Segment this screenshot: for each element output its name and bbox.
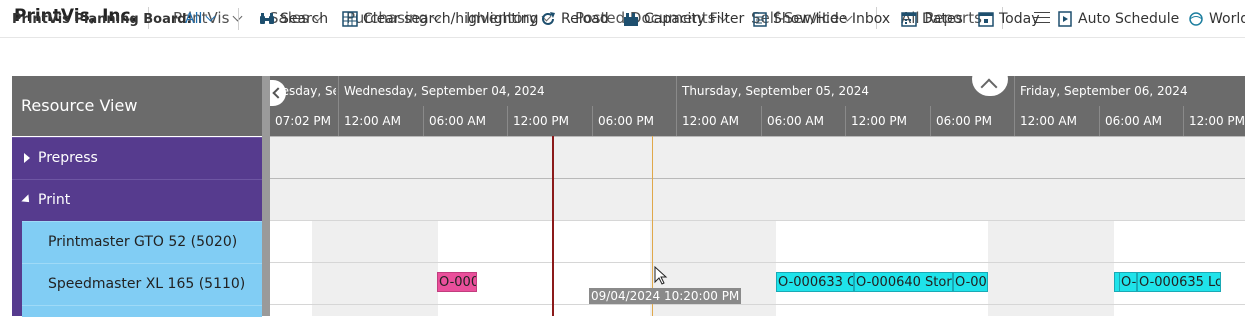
row-divider xyxy=(270,304,1245,305)
hour-label: 06:00 PM xyxy=(598,114,654,128)
job-bar[interactable]: O-000633 C xyxy=(776,272,854,292)
resource-view-title: Resource View xyxy=(21,96,138,115)
toolbar-separator xyxy=(238,8,239,30)
job-bar[interactable]: O-000 xyxy=(437,272,477,292)
filter-value: All xyxy=(185,11,203,27)
day-separator xyxy=(1014,76,1015,136)
group-label: Prepress xyxy=(38,150,98,166)
planning-board-label: PrintVis Planning Board: xyxy=(12,12,192,27)
dates-button[interactable]: Dates xyxy=(901,11,963,27)
search-button-label: Search xyxy=(280,11,329,27)
capacity-filter-button-label: Capacity Filter xyxy=(644,11,745,27)
binoculars-icon xyxy=(260,13,274,24)
hour-tick xyxy=(423,106,424,136)
auto-schedule-button[interactable]: Auto Schedule xyxy=(1057,11,1179,27)
reload-button-label: Reload xyxy=(561,11,609,27)
day-label: Thursday, September 05, 2024 xyxy=(682,84,870,98)
today-button-label: Today xyxy=(999,11,1040,27)
show-hide-inbox-button-label: Show/Hide Inbox xyxy=(773,11,891,27)
hour-label: 06:00 AM xyxy=(767,114,824,128)
clear-search-button[interactable]: Clear search/highlighting xyxy=(342,11,539,27)
hour-label: 12:00 AM xyxy=(1020,114,1077,128)
job-bar[interactable]: O-000640 Stora xyxy=(854,272,953,292)
day-separator xyxy=(338,76,339,136)
off-shift-shading xyxy=(988,221,1114,316)
auto-schedule-icon xyxy=(1058,11,1072,27)
hour-label: 06:00 AM xyxy=(1105,114,1162,128)
hour-tick xyxy=(845,106,846,136)
hour-label: 07:02 PM xyxy=(275,114,331,128)
resource-row-speedmaster-xl-165[interactable]: Speedmaster XL 165 (5110) xyxy=(22,263,262,305)
hour-tick xyxy=(930,106,931,136)
group-band-prepress xyxy=(270,136,1245,178)
search-button[interactable]: Search xyxy=(259,11,328,27)
reload-icon xyxy=(542,12,555,25)
planning-board-filter-dropdown[interactable]: All xyxy=(185,11,216,27)
chevron-down-icon xyxy=(205,11,216,22)
off-shift-shading xyxy=(312,221,438,316)
group-indent-bar xyxy=(12,221,22,316)
dates-button-label: Dates xyxy=(922,11,963,27)
day-label: Wednesday, September 04, 2024 xyxy=(344,84,545,98)
resource-label: Printmaster GTO 52 (5020) xyxy=(48,234,238,250)
mouse-pointer-icon xyxy=(654,266,668,285)
resource-label: Speedmaster XL 165 (5110) xyxy=(48,276,246,292)
auto-schedule-button-label: Auto Schedule xyxy=(1078,11,1180,27)
today-icon xyxy=(978,12,994,27)
hour-label: 12:00 PM xyxy=(513,114,569,128)
timeline-header: uesday, Se Wednesday, September 04, 2024… xyxy=(270,76,1245,136)
job-bar[interactable]: O- xyxy=(1119,272,1137,292)
hour-label: 12:00 PM xyxy=(1189,114,1245,128)
resource-group-print[interactable]: Print xyxy=(12,179,262,221)
group-band-print xyxy=(270,178,1245,220)
planning-board-toolbar xyxy=(0,38,1245,76)
calendar-icon xyxy=(901,12,917,27)
job-bar[interactable]: O-00 xyxy=(953,272,988,292)
hour-label: 12:00 AM xyxy=(682,114,739,128)
world-icon xyxy=(1189,12,1203,26)
resource-group-prepress[interactable]: Prepress xyxy=(12,137,262,179)
hour-tick xyxy=(1099,106,1100,136)
capacity-filter-button[interactable]: Capacity Filter xyxy=(623,11,744,27)
clear-search-button-label: Clear search/highlighting xyxy=(363,11,539,27)
resource-row-printmaster-gto-52[interactable]: Printmaster GTO 52 (5020) xyxy=(22,221,262,263)
row-divider xyxy=(270,262,1245,263)
job-bar[interactable]: O-000635 Lo xyxy=(1137,272,1221,292)
group-label: Print xyxy=(38,192,71,208)
reload-button[interactable]: Reload xyxy=(540,11,609,27)
today-button[interactable]: Today xyxy=(978,11,1040,27)
collapse-header-icon[interactable] xyxy=(972,62,1008,96)
clear-grid-icon xyxy=(342,11,358,27)
cursor-time-tooltip: 09/04/2024 10:20:00 PM xyxy=(589,288,742,304)
hour-tick xyxy=(1183,106,1184,136)
hour-tick xyxy=(592,106,593,136)
hour-label: 12:00 AM xyxy=(344,114,401,128)
resource-row-next[interactable] xyxy=(22,305,262,317)
world-button[interactable]: World xyxy=(1188,11,1245,27)
hour-label: 06:00 PM xyxy=(936,114,992,128)
hour-label: 06:00 AM xyxy=(429,114,486,128)
panel-splitter[interactable] xyxy=(262,76,270,316)
current-time-line xyxy=(552,136,554,316)
capacity-filter-icon xyxy=(624,13,638,26)
day-separator xyxy=(676,76,677,136)
world-button-label: World xyxy=(1209,11,1245,27)
day-label: Friday, September 06, 2024 xyxy=(1020,84,1188,98)
collapse-arrow-icon[interactable] xyxy=(21,194,33,206)
timeline-grid[interactable]: O-000 O-000633 C O-000640 Stora O-00 O- … xyxy=(270,136,1245,316)
hour-label: 12:00 PM xyxy=(851,114,907,128)
hour-tick xyxy=(507,106,508,136)
show-hide-inbox-button[interactable]: Show/Hide Inbox xyxy=(752,11,890,27)
expand-arrow-icon[interactable] xyxy=(24,153,30,163)
inbox-icon xyxy=(753,12,767,27)
hour-tick xyxy=(761,106,762,136)
